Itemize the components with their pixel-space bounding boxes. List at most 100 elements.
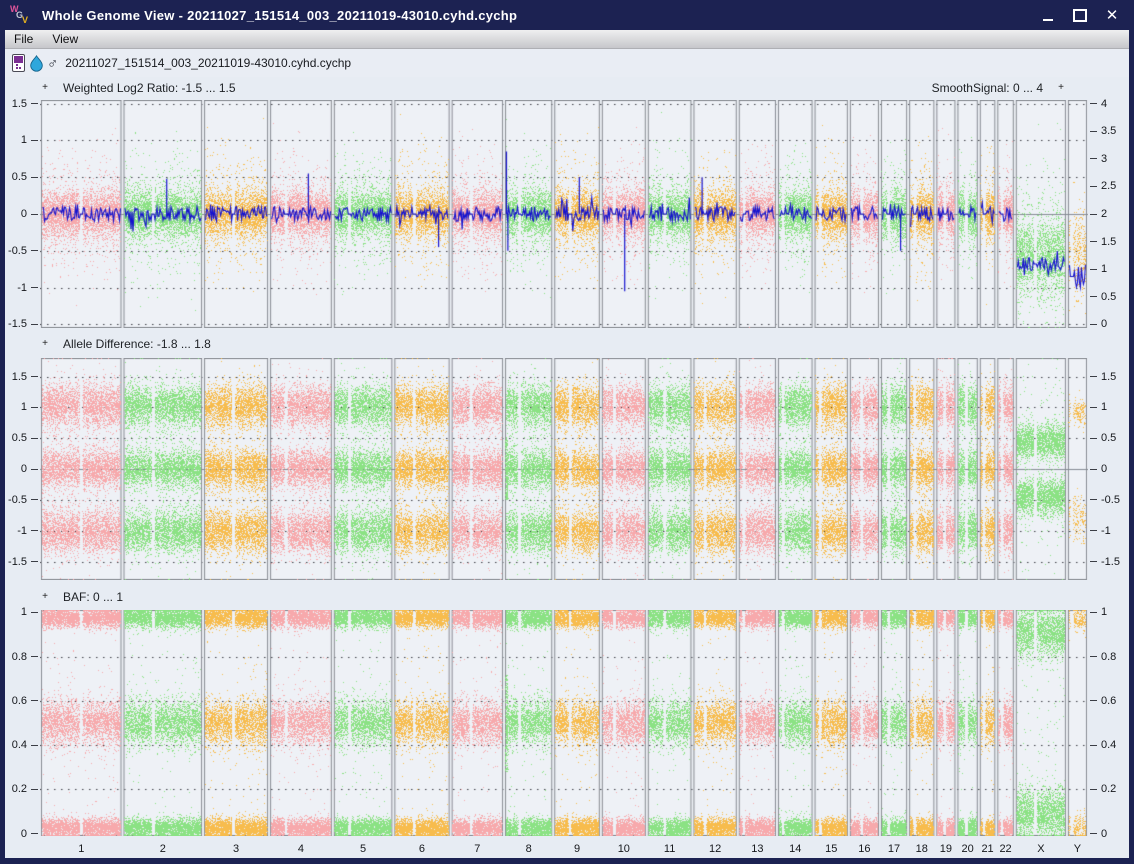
baf-plot-canvas[interactable] [40, 610, 1088, 836]
chromosome-label: 21 [981, 843, 994, 855]
tick-mark [1090, 185, 1097, 187]
tick-text: 0.8 [1101, 650, 1117, 663]
tick-mark [1090, 700, 1097, 702]
window-title: Whole Genome View - 20211027_151514_003_… [42, 7, 518, 23]
expand-track-button[interactable]: + [1056, 82, 1066, 93]
track-title: BAF: 0 ... 1 [63, 589, 124, 604]
track-header-right: SmoothSignal: 0 ... 4 + [932, 81, 1066, 95]
axis-tick-label: 0.8 [1090, 651, 1116, 663]
track-header-weighted-log2-ratio: + Weighted Log2 Ratio: -1.5 ... 1.5 Smooth… [40, 80, 1088, 95]
axis-tick-label: 0 [0, 463, 38, 475]
tick-text: 0.5 [1101, 290, 1117, 303]
tick-mark [1090, 158, 1097, 160]
axis-tick-label: 1 [1090, 606, 1107, 618]
tick-mark [1090, 376, 1097, 377]
tick-text: 0.4 [11, 739, 27, 752]
app-icon-letter: V [22, 15, 29, 25]
axis-tick-label: -0.5 [0, 245, 38, 257]
male-symbol-icon: ♂ [47, 54, 59, 72]
axis-tick-label: 1 [0, 134, 38, 146]
chromosome-label: 12 [708, 843, 722, 855]
axis-tick-label: -1.5 [1090, 556, 1120, 568]
tick-mark [1090, 296, 1097, 298]
chromosome-label: 15 [825, 843, 838, 855]
chromosome-label: 9 [573, 843, 581, 855]
chromosome-label: 10 [617, 843, 630, 855]
tick-mark [1090, 323, 1097, 325]
tick-mark [1090, 406, 1097, 408]
expand-track-button[interactable]: + [40, 591, 50, 602]
tick-text: 2 [1101, 208, 1108, 220]
tick-mark [31, 103, 38, 105]
tick-mark [1090, 499, 1097, 501]
tick-text: -1 [17, 524, 27, 537]
axis-tick-label: 0.8 [0, 651, 38, 663]
app-window: W G V Whole Genome View - 20211027_15151… [0, 0, 1134, 864]
tick-text: 0.6 [1101, 694, 1117, 707]
weighted-log2-ratio-plot-canvas[interactable] [40, 100, 1088, 328]
axis-tick-label: 2 [1090, 208, 1107, 220]
axis-tick-label: 4 [1090, 98, 1107, 110]
tick-mark [31, 833, 38, 835]
tick-mark [1090, 744, 1097, 746]
close-icon: ✕ [1105, 6, 1119, 24]
axis-tick-label: 1 [0, 606, 38, 618]
tick-text: -1 [1101, 524, 1111, 537]
axis-tick-label: 0.5 [0, 171, 38, 183]
chromosome-label: X [1037, 843, 1045, 855]
tick-mark [1090, 103, 1097, 105]
track-title: Weighted Log2 Ratio: -1.5 ... 1.5 [63, 80, 236, 95]
chromosome-label: 6 [418, 843, 426, 855]
tick-mark [1090, 468, 1097, 470]
tick-mark [31, 250, 38, 252]
tick-mark [31, 468, 38, 470]
tick-text: 3 [1101, 152, 1108, 165]
expand-track-button[interactable]: + [40, 338, 50, 349]
tick-text: 1 [20, 134, 27, 147]
tick-text: 0 [1101, 318, 1108, 331]
axis-tick-label: -0.5 [0, 494, 38, 506]
tick-mark [31, 656, 38, 658]
tick-text: -1.5 [1101, 555, 1120, 568]
minimize-button[interactable] [1040, 6, 1056, 24]
title-bar[interactable]: W G V Whole Genome View - 20211027_15151… [0, 0, 1134, 30]
tick-text: 1.5 [11, 97, 27, 110]
menu-file[interactable]: File [14, 32, 33, 46]
tick-mark [31, 437, 38, 439]
track-header-baf: + BAF: 0 ... 1 [40, 589, 1088, 604]
tick-text: 0.5 [11, 432, 27, 445]
axis-tick-label: 3 [1090, 153, 1107, 165]
tick-text: 1 [1101, 606, 1108, 619]
tick-text: 3.5 [1101, 125, 1117, 138]
tick-mark [1090, 268, 1097, 270]
expand-track-button[interactable]: + [40, 82, 50, 93]
axis-tick-label: -1 [0, 282, 38, 294]
track-header-left: + BAF: 0 ... 1 [40, 590, 123, 604]
axis-tick-label: 0.6 [0, 695, 38, 707]
allele-difference-plot-canvas[interactable] [40, 358, 1088, 580]
tick-text: 1 [1101, 401, 1108, 414]
tick-text: 1 [1101, 263, 1108, 276]
tick-mark [1090, 241, 1097, 243]
tick-mark [31, 213, 38, 215]
chromosome-label: 5 [360, 843, 367, 855]
track-header-allele-difference: + Allele Difference: -1.8 ... 1.8 [40, 336, 1088, 351]
chromosome-label: 4 [297, 843, 305, 855]
tick-mark [1090, 130, 1097, 132]
axis-tick-label: 0.4 [0, 739, 38, 751]
axis-tick-label: 0.5 [1090, 291, 1116, 303]
menu-view[interactable]: View [52, 32, 78, 46]
maximize-button[interactable] [1072, 6, 1088, 24]
sample-toolbar: ♂ 20211027_151514_003_20211019-43010.cyh… [5, 49, 1129, 77]
chromosome-label: 11 [663, 843, 676, 855]
tick-mark [31, 139, 38, 141]
axis-tick-label: 0.2 [1090, 783, 1116, 795]
track-header-left: + Allele Difference: -1.8 ... 1.8 [40, 337, 211, 351]
chromosome-label: 19 [939, 843, 953, 855]
tick-mark [1090, 788, 1097, 790]
tick-text: 0 [20, 827, 27, 840]
close-button[interactable]: ✕ [1104, 6, 1120, 24]
tick-text: 0 [1101, 827, 1108, 840]
axis-tick-label: 0 [1090, 828, 1107, 840]
tick-text: 0.8 [11, 650, 27, 663]
